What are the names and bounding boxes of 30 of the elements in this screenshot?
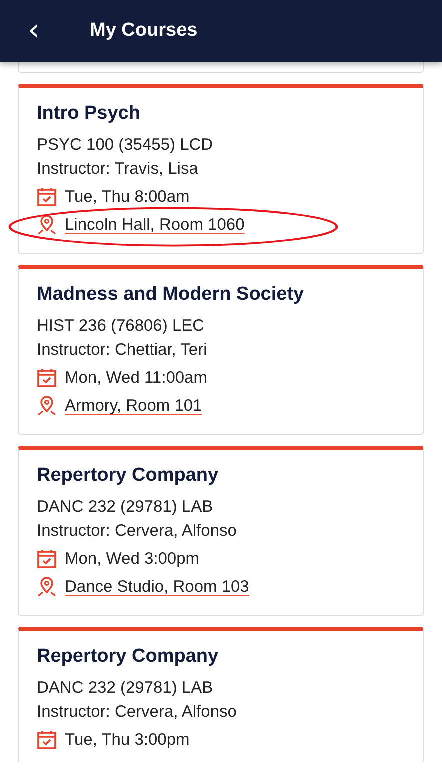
map-pin-icon (37, 577, 57, 597)
schedule-text: Tue, Thu 3:00pm (65, 730, 190, 750)
course-card[interactable]: Repertory Company DANC 232 (29781) LAB Instructor: Cervera, Alfonso Tue, Thu 3:00pm (18, 627, 424, 762)
schedule-text: Mon, Wed 11:00am (65, 368, 208, 388)
course-code: DANC 232 (29781) LAB (37, 678, 214, 698)
calendar-check-icon (37, 730, 57, 750)
course-code: HIST 236 (76806) LEC (37, 316, 206, 336)
schedule-text: Mon, Wed 3:00pm (65, 549, 200, 569)
instructor-text: Instructor: Chettiar, Teri (37, 340, 208, 360)
course-title: Madness and Modern Society (37, 284, 306, 306)
course-title: Repertory Company (37, 646, 220, 668)
course-title: Intro Psych (37, 103, 142, 125)
schedule-text: Tue, Thu 8:00am (65, 187, 190, 207)
back-button[interactable]: ‹ (24, 16, 44, 46)
calendar-check-icon (37, 368, 57, 388)
course-card[interactable]: Repertory Company DANC 232 (29781) LAB Instructor: Cervera, Alfonso Mon, Wed 3:00pm Dance Studio, Room 103 (18, 446, 424, 616)
location-link[interactable]: Dance Studio, Room 103 (65, 577, 250, 597)
instructor-text: Instructor: Cervera, Alfonso (37, 521, 238, 541)
course-card[interactable]: Madness and Modern Society HIST 236 (76806) LEC Instructor: Chettiar, Teri Mon, Wed 11:00am Armory, Room 101 (18, 265, 424, 435)
course-title: Repertory Company (37, 465, 220, 487)
calendar-check-icon (37, 549, 57, 569)
course-code: PSYC 100 (35455) LCD (37, 135, 214, 155)
page-title: My Courses (90, 20, 198, 42)
map-pin-icon (37, 396, 57, 416)
map-pin-icon (37, 215, 57, 235)
calendar-check-icon (37, 187, 57, 207)
location-link[interactable]: Armory, Room 101 (65, 396, 202, 416)
instructor-text: Instructor: Cervera, Alfonso (37, 702, 238, 722)
course-code: DANC 232 (29781) LAB (37, 497, 214, 517)
instructor-text: Instructor: Travis, Lisa (37, 159, 200, 179)
